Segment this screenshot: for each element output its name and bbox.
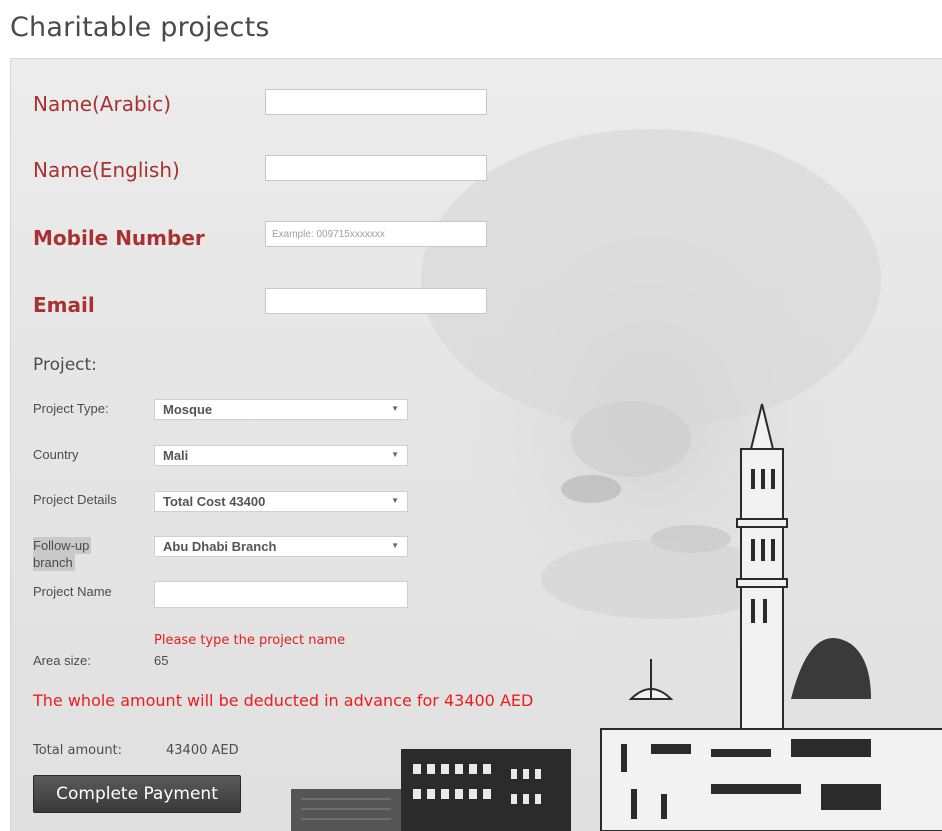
country-select[interactable]: Mali ▼ [154, 445, 408, 466]
area-size-value: 65 [154, 653, 169, 668]
complete-payment-button[interactable]: Complete Payment [33, 775, 241, 813]
name-arabic-label: Name(Arabic) [33, 92, 172, 116]
project-name-warning: Please type the project name [154, 633, 346, 648]
area-size-label: Area size: [33, 653, 91, 668]
mobile-number-input[interactable] [265, 221, 487, 247]
page-title: Charitable projects [10, 12, 270, 43]
project-type-value: Mosque [163, 402, 213, 417]
email-label: Email [33, 293, 95, 317]
total-amount-label: Total amount: [33, 743, 123, 758]
follow-up-branch-label-line2: branch [33, 554, 75, 571]
project-details-value: Total Cost 43400 [163, 494, 266, 509]
mobile-number-label: Mobile Number [33, 226, 205, 250]
follow-up-branch-select[interactable]: Abu Dhabi Branch ▼ [154, 536, 408, 557]
form-panel: Name(Arabic) Name(English) Mobile Number… [10, 58, 942, 831]
project-type-select[interactable]: Mosque ▼ [154, 399, 408, 420]
triangle-down-icon: ▼ [391, 541, 399, 550]
total-amount-value: 43400 AED [166, 743, 239, 758]
name-english-label: Name(English) [33, 158, 180, 182]
follow-up-branch-value: Abu Dhabi Branch [163, 539, 277, 554]
project-details-label: Project Details [33, 492, 117, 507]
project-type-label: Project Type: [33, 401, 109, 416]
country-label: Country [33, 447, 79, 462]
email-input[interactable] [265, 288, 487, 314]
project-name-input[interactable] [154, 581, 408, 608]
triangle-down-icon: ▼ [391, 404, 399, 413]
project-details-select[interactable]: Total Cost 43400 ▼ [154, 491, 408, 512]
triangle-down-icon: ▼ [391, 496, 399, 505]
triangle-down-icon: ▼ [391, 450, 399, 459]
name-arabic-input[interactable] [265, 89, 487, 115]
country-value: Mali [163, 448, 189, 463]
follow-up-branch-label-line1: Follow-up [33, 537, 92, 554]
project-name-label: Project Name [33, 584, 112, 599]
project-section-heading: Project: [33, 355, 97, 375]
advance-deduction-notice: The whole amount will be deducted in adv… [33, 691, 534, 710]
name-english-input[interactable] [265, 155, 487, 181]
